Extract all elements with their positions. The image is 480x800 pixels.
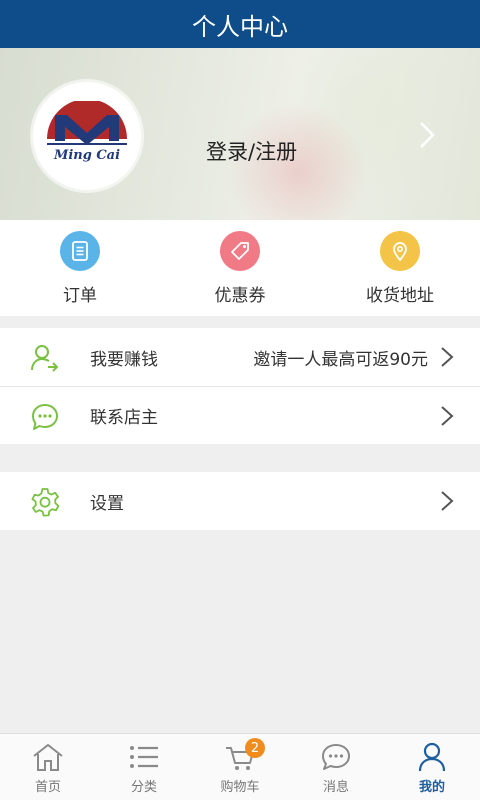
tab-category-label: 分类 <box>130 780 157 795</box>
orders-label: 订单 <box>63 286 97 306</box>
settings-row[interactable]: 设置 <box>0 472 480 530</box>
menu-group-settings: 设置 <box>0 472 480 530</box>
chevron-right-icon <box>440 346 454 372</box>
profile-icon <box>415 740 449 774</box>
tab-cart-label: 购物车 <box>220 780 260 795</box>
tab-mine[interactable]: 我的 <box>384 734 480 800</box>
page-title: 个人中心 <box>192 12 288 41</box>
quick-actions: 订单 优惠券 收货地址 <box>0 220 480 316</box>
invite-reward-text: 邀请一人最高可返90元 <box>253 349 428 370</box>
list-icon <box>127 740 161 774</box>
chevron-right-icon <box>418 120 436 154</box>
coupons-button[interactable]: 优惠券 <box>160 220 320 316</box>
title-bar: 个人中心 <box>0 0 480 48</box>
address-label: 收货地址 <box>366 286 434 306</box>
tab-home-label: 首页 <box>34 780 61 795</box>
store-logo: Ming Cai <box>47 101 127 163</box>
earn-money-label: 我要赚钱 <box>90 349 158 370</box>
tab-messages-label: 消息 <box>322 780 349 795</box>
chat-bubble-icon <box>28 400 62 434</box>
location-pin-icon <box>380 231 420 271</box>
login-register-label[interactable]: 登录/注册 <box>206 136 297 166</box>
user-share-icon <box>28 341 62 375</box>
contact-owner-label: 联系店主 <box>90 408 158 428</box>
settings-label: 设置 <box>90 493 124 514</box>
contact-owner-row[interactable]: 联系店主 <box>0 386 480 444</box>
message-icon <box>319 740 353 774</box>
cart-icon: 2 <box>223 738 265 774</box>
chevron-right-icon <box>440 405 454 431</box>
avatar[interactable]: Ming Cai <box>33 82 141 190</box>
tab-category[interactable]: 分类 <box>96 734 192 800</box>
tab-messages[interactable]: 消息 <box>288 734 384 800</box>
tab-cart[interactable]: 2 购物车 <box>192 734 288 800</box>
coupon-tag-icon <box>220 231 260 271</box>
chevron-right-icon <box>440 490 454 516</box>
cart-count-badge: 2 <box>245 738 265 758</box>
menu-group-primary: 我要赚钱 邀请一人最高可返90元 联系店主 <box>0 328 480 444</box>
earn-money-row[interactable]: 我要赚钱 邀请一人最高可返90元 <box>0 328 480 386</box>
address-button[interactable]: 收货地址 <box>320 220 480 316</box>
gear-icon <box>28 485 62 519</box>
coupons-label: 优惠券 <box>214 286 266 306</box>
order-list-icon <box>60 231 100 271</box>
bottom-tab-bar: 首页 分类 2 购物车 消息 我的 <box>0 733 480 800</box>
tab-home[interactable]: 首页 <box>0 734 96 800</box>
svg-text:Ming Cai: Ming Cai <box>53 148 120 163</box>
orders-button[interactable]: 订单 <box>0 220 160 316</box>
home-icon <box>31 740 65 774</box>
tab-mine-label: 我的 <box>418 780 445 795</box>
profile-header: Ming Cai 登录/注册 <box>0 48 480 220</box>
